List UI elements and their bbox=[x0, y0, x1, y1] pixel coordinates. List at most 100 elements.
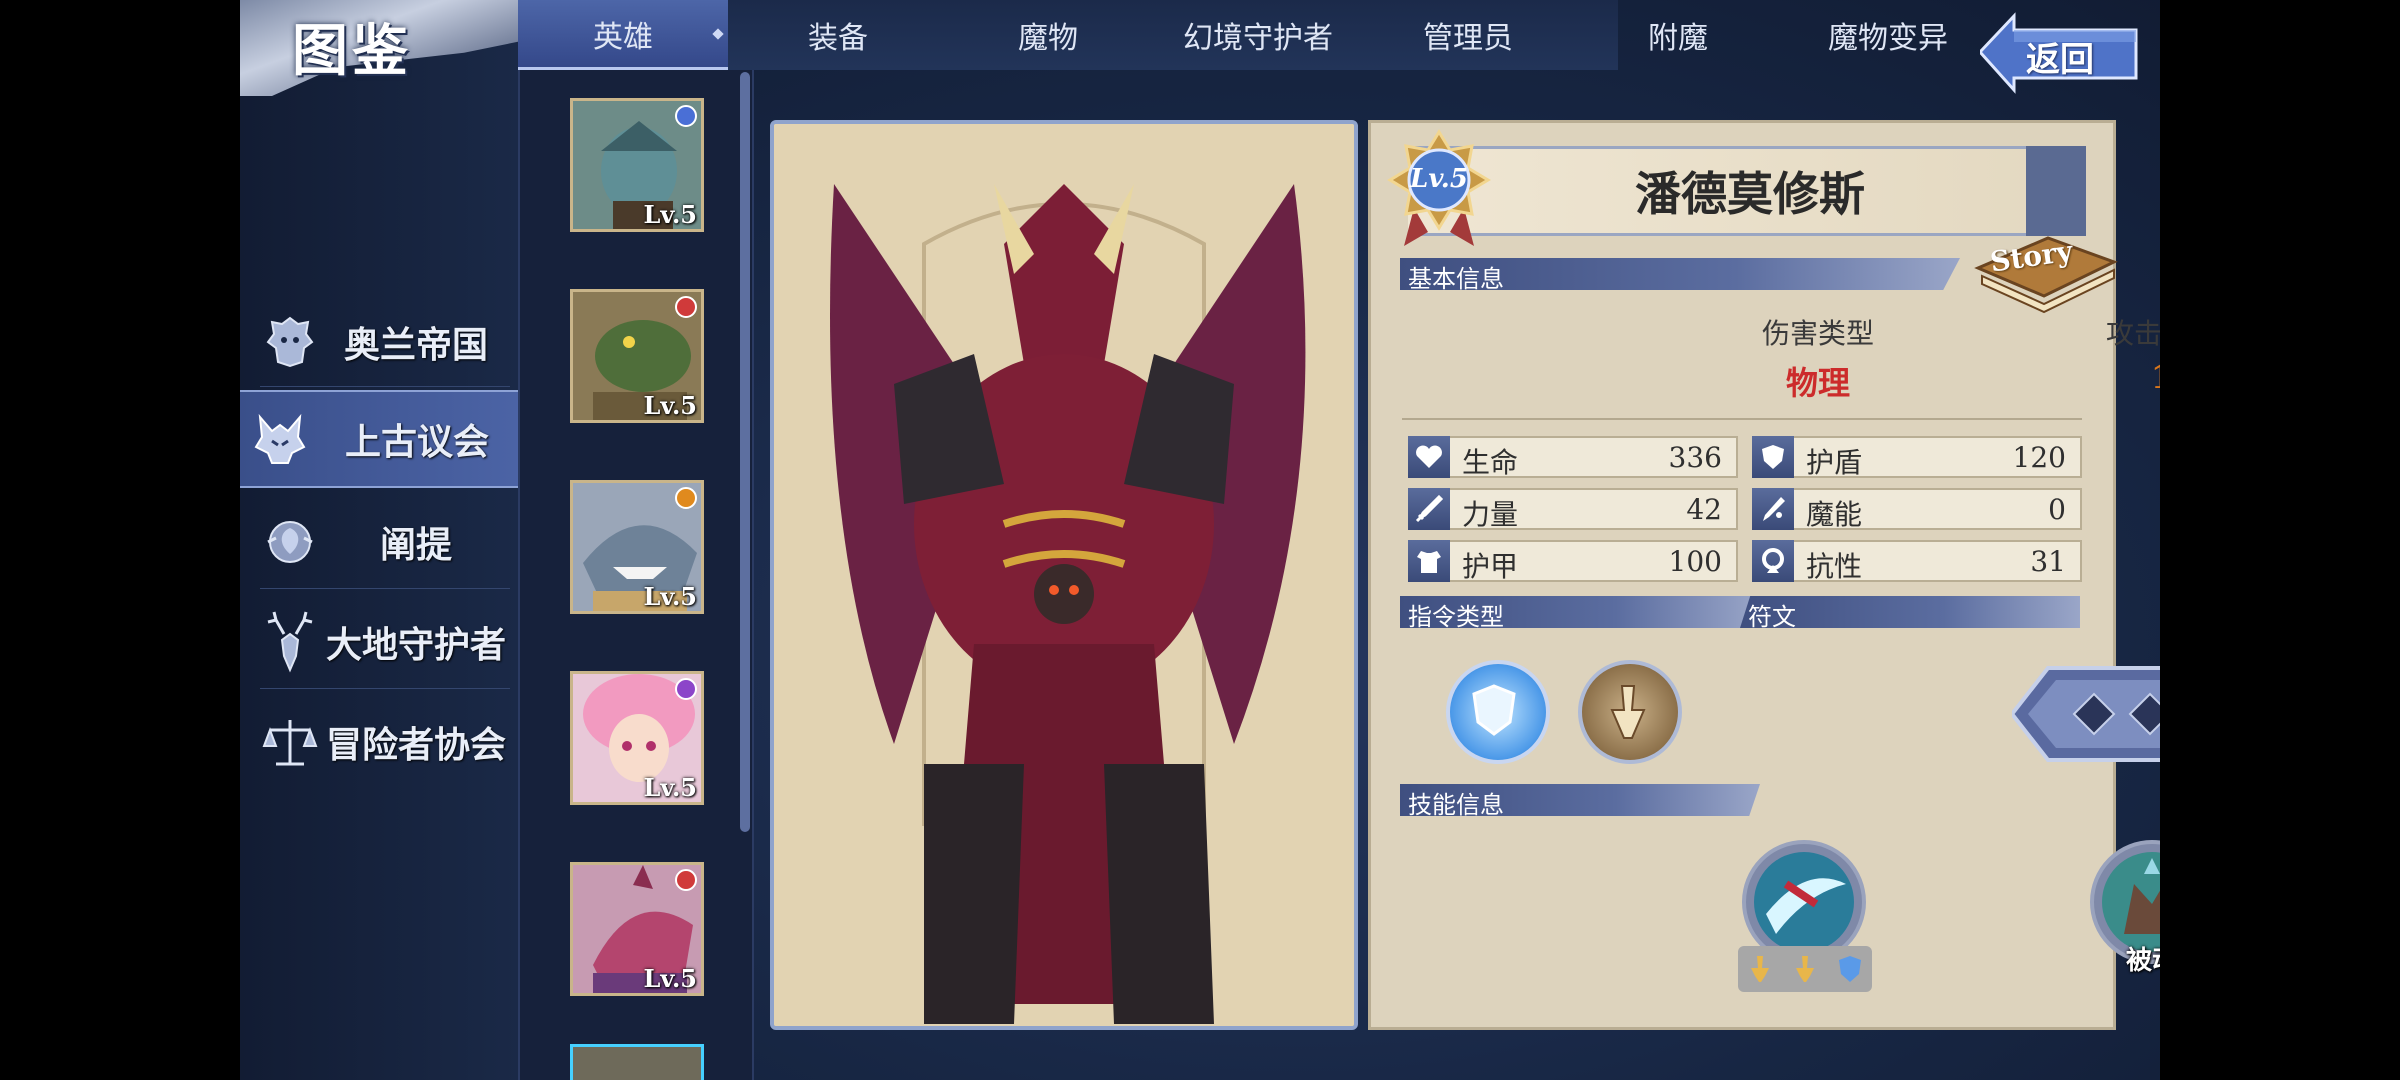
hero-level: Lv.5 bbox=[1410, 164, 1468, 194]
armor-icon bbox=[1408, 540, 1450, 582]
page-title: 图鉴 bbox=[292, 18, 412, 84]
fist-icon bbox=[1610, 685, 1646, 739]
basic-info-header: 基本信息 bbox=[1400, 258, 1960, 290]
damage-type-value: 物理 bbox=[1785, 364, 1850, 402]
hero-list-scrollbar[interactable] bbox=[740, 72, 750, 832]
codex-screen: 图鉴 奥兰帝国 上古议会 阐提 大地守护者 冒险者协会 英雄 装备 魔物 幻境守… bbox=[240, 0, 2160, 1080]
faction-earth-guardians[interactable]: 大地守护者 bbox=[250, 598, 514, 686]
stat-shield: 护盾 120 bbox=[1752, 436, 2082, 479]
hero-card[interactable]: Lv.5 bbox=[570, 480, 704, 614]
element-gem-icon bbox=[675, 296, 697, 318]
rune-slots-frame bbox=[2009, 666, 2160, 762]
stat-magic: 魔能 0 bbox=[1752, 488, 2082, 531]
stat-label: 力量 bbox=[1462, 498, 1519, 531]
hero-portrait-frame bbox=[770, 120, 1358, 1030]
element-gem-icon bbox=[675, 678, 697, 700]
tab-managers[interactable]: 管理员 bbox=[1363, 0, 1573, 70]
hero-level: Lv.5 bbox=[643, 582, 697, 611]
command-shield-button[interactable] bbox=[1446, 660, 1550, 764]
hero-name: 潘德莫修斯 bbox=[1635, 167, 1865, 221]
hero-level-badge: Lv.5 bbox=[1384, 128, 1494, 246]
element-gem-icon bbox=[675, 869, 697, 891]
tab-equipment[interactable]: 装备 bbox=[733, 0, 943, 70]
section-title: 指令类型 bbox=[1408, 603, 1504, 631]
stat-value: 31 bbox=[2030, 545, 2066, 578]
stat-value: 42 bbox=[1686, 493, 1722, 526]
hero-level: Lv.5 bbox=[643, 964, 697, 993]
tab-dream-guardians[interactable]: 幻境守护者 bbox=[1153, 0, 1363, 70]
demon-emblem-icon bbox=[252, 411, 308, 467]
shield-icon bbox=[1752, 436, 1794, 478]
faction-chanti[interactable]: 阐提 bbox=[250, 498, 514, 586]
hero-card[interactable]: Lv.5 bbox=[570, 671, 704, 805]
divider bbox=[260, 688, 510, 689]
faction-label: 冒险者协会 bbox=[325, 724, 506, 766]
stat-label: 护甲 bbox=[1462, 550, 1519, 583]
command-type-header: 指令类型 bbox=[1400, 596, 1760, 628]
divider bbox=[260, 386, 510, 387]
rune-header: 符文 bbox=[1740, 596, 2080, 628]
skill-info-header: 技能信息 bbox=[1400, 784, 1760, 816]
damage-type-label: 伤害类型 bbox=[1761, 317, 1874, 350]
hero-card[interactable] bbox=[570, 1044, 704, 1080]
heart-icon bbox=[1408, 436, 1450, 478]
faction-label: 阐提 bbox=[379, 524, 452, 566]
story-button[interactable]: Story bbox=[1968, 218, 2118, 318]
stat-value: 120 bbox=[2012, 441, 2066, 474]
hero-card[interactable]: Lv.5 bbox=[570, 289, 704, 423]
category-tabs: 英雄 装备 魔物 幻境守护者 管理员 附魔 魔物变异 bbox=[518, 0, 1948, 70]
passive-label: 被动 bbox=[2125, 946, 2160, 976]
faction-adventurers-guild[interactable]: 冒险者协会 bbox=[250, 698, 514, 786]
tab-monsters[interactable]: 魔物 bbox=[943, 0, 1153, 70]
stat-label: 生命 bbox=[1462, 446, 1519, 479]
stag-emblem-icon bbox=[262, 611, 318, 673]
hero-full-art bbox=[774, 124, 1354, 1026]
stat-resistance: 抗性 31 bbox=[1752, 540, 2082, 583]
tab-monster-mutation[interactable]: 魔物变异 bbox=[1783, 0, 1993, 70]
lion-emblem-icon bbox=[262, 314, 318, 370]
hero-level: Lv.5 bbox=[643, 773, 697, 802]
divider bbox=[260, 588, 510, 589]
element-gem-icon bbox=[675, 105, 697, 127]
hero-card[interactable]: Lv.5 bbox=[570, 862, 704, 996]
stat-label: 抗性 bbox=[1806, 550, 1863, 583]
back-button[interactable]: 返回 bbox=[1977, 12, 2140, 94]
shield-icon bbox=[1472, 684, 1516, 736]
back-label: 返回 bbox=[2026, 40, 2094, 80]
faction-label: 奥兰帝国 bbox=[343, 324, 488, 366]
fist-icon bbox=[1795, 956, 1814, 982]
fist-icon bbox=[1751, 956, 1770, 982]
element-gem-icon bbox=[675, 487, 697, 509]
faction-label: 上古议会 bbox=[344, 421, 489, 463]
section-title: 基本信息 bbox=[1408, 265, 1504, 293]
faction-panel: 图鉴 奥兰帝国 上古议会 阐提 大地守护者 冒险者协会 bbox=[240, 0, 560, 1080]
shield-icon bbox=[1838, 956, 1861, 982]
stat-strength: 力量 42 bbox=[1408, 488, 1738, 531]
stat-value: 100 bbox=[1668, 545, 1722, 578]
resist-icon bbox=[1752, 540, 1794, 582]
slash-skill-icon bbox=[1754, 852, 1854, 952]
tab-enchant[interactable]: 附魔 bbox=[1573, 0, 1783, 70]
faction-aolan-empire[interactable]: 奥兰帝国 bbox=[250, 298, 514, 386]
rose-emblem-icon bbox=[262, 514, 318, 570]
command-melee-button[interactable] bbox=[1578, 660, 1682, 764]
section-title: 符文 bbox=[1748, 603, 1796, 631]
stat-label: 魔能 bbox=[1806, 498, 1863, 531]
rune-slots[interactable] bbox=[2009, 664, 2160, 764]
stat-value: 0 bbox=[2048, 493, 2066, 526]
stat-hp: 生命 336 bbox=[1408, 436, 1738, 479]
hero-level: Lv.5 bbox=[643, 391, 697, 420]
magic-icon bbox=[1752, 488, 1794, 530]
faction-label: 大地守护者 bbox=[325, 624, 506, 666]
scales-emblem-icon bbox=[262, 714, 318, 770]
attack-range-value: 1 bbox=[2062, 358, 2160, 396]
hero-card[interactable]: Lv.5 bbox=[570, 98, 704, 232]
section-title: 技能信息 bbox=[1408, 791, 1504, 819]
attack-range-label: 攻击距离 bbox=[2105, 317, 2160, 350]
faction-ancient-council[interactable]: 上古议会 bbox=[240, 390, 528, 488]
stat-value: 336 bbox=[1668, 441, 1722, 474]
skill-cost-bar bbox=[1738, 946, 1872, 992]
stat-armor: 护甲 100 bbox=[1408, 540, 1738, 583]
divider bbox=[1402, 418, 2082, 420]
tab-heroes[interactable]: 英雄 bbox=[518, 0, 728, 70]
